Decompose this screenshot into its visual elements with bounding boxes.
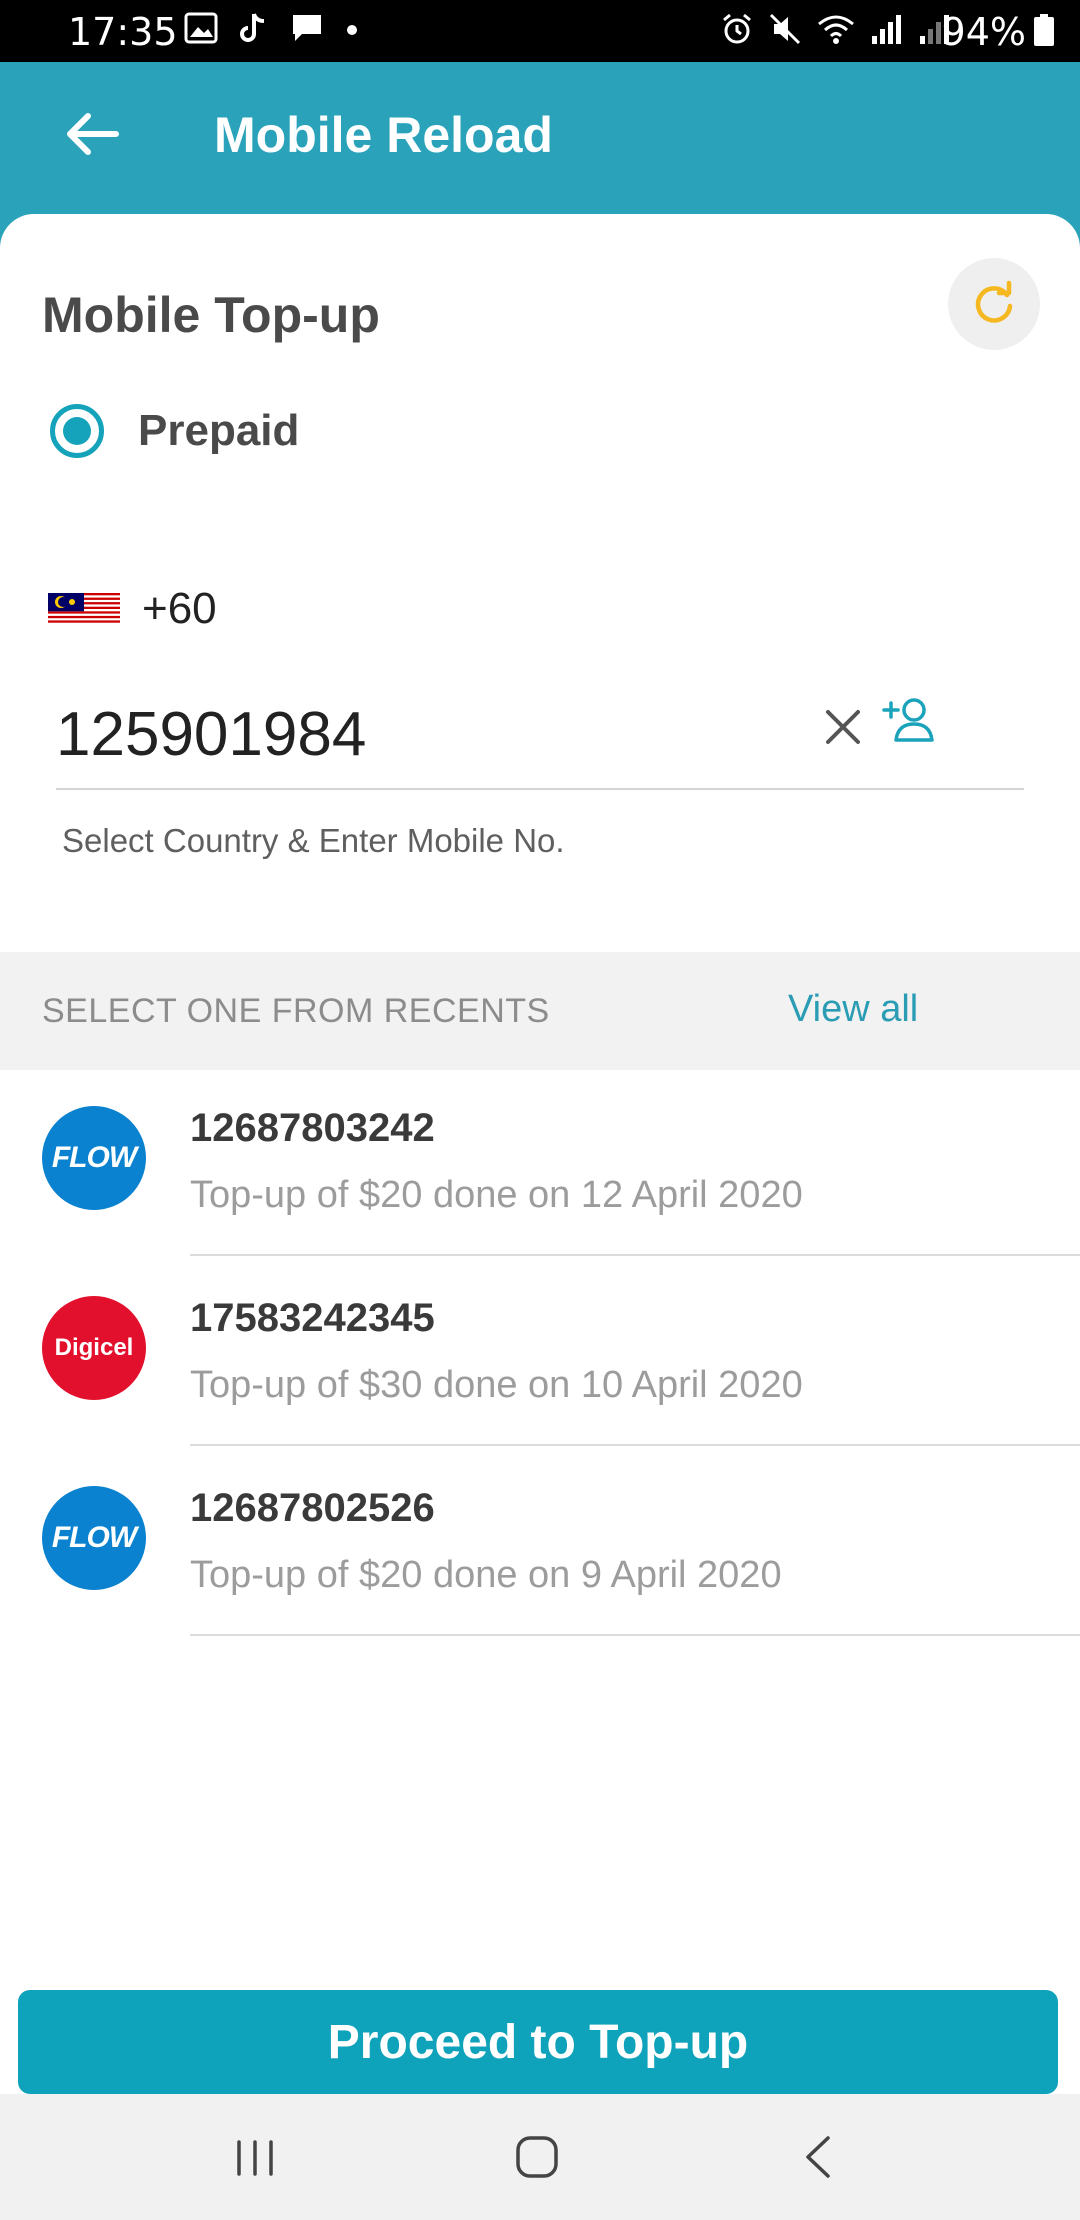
recent-number: 12687803242: [190, 1106, 435, 1150]
page-title: Mobile Reload: [214, 107, 553, 163]
recent-number: 17583242345: [190, 1296, 435, 1340]
list-item[interactable]: FLOW 12687802526 Top-up of $20 done on 9…: [0, 1450, 1080, 1640]
status-time: 17:35: [68, 10, 178, 54]
clear-icon[interactable]: [818, 702, 868, 752]
divider: [190, 1444, 1080, 1446]
radio-button[interactable]: [50, 404, 104, 458]
back-arrow-icon[interactable]: [56, 104, 126, 164]
refresh-icon: [975, 280, 1013, 323]
notification-icons: [184, 12, 358, 44]
wifi-icon: [818, 15, 854, 44]
recent-apps-icon[interactable]: [230, 2138, 280, 2178]
radio-label: Prepaid: [138, 406, 300, 455]
country-selector[interactable]: +60: [48, 584, 217, 634]
recent-description: Top-up of $30 done on 10 April 2020: [190, 1364, 803, 1406]
input-underline: [56, 788, 1024, 790]
battery-icon: [1034, 14, 1054, 46]
recents-header: SELECT ONE FROM RECENTS View all: [0, 952, 1080, 1070]
list-item[interactable]: FLOW 12687803242 Top-up of $20 done on 1…: [0, 1070, 1080, 1260]
system-icons: [720, 12, 952, 46]
gallery-icon: [184, 12, 218, 44]
mobile-number-input[interactable]: [56, 684, 816, 784]
main-card: Mobile Top-up Prepaid +60 Select Country…: [0, 214, 1080, 2094]
digicel-logo-icon: Digicel: [42, 1296, 146, 1400]
status-bar: 17:35 94%: [0, 0, 1080, 62]
navigation-bar: [0, 2094, 1080, 2220]
recent-description: Top-up of $20 done on 12 April 2020: [190, 1174, 803, 1216]
battery-percent: 94%: [941, 10, 1026, 54]
flow-logo-icon: FLOW: [42, 1486, 146, 1590]
home-icon[interactable]: [514, 2134, 560, 2180]
nav-back-icon[interactable]: [800, 2134, 836, 2180]
prepaid-radio[interactable]: Prepaid: [50, 404, 299, 458]
tiktok-icon: [240, 13, 265, 42]
country-code: +60: [142, 584, 217, 633]
app-header: Mobile Reload: [0, 62, 1080, 212]
alarm-icon: [723, 13, 751, 44]
view-all-link[interactable]: View all: [788, 988, 918, 1031]
recent-number: 12687802526: [190, 1486, 435, 1530]
message-icon: [293, 15, 321, 41]
dot-icon: [347, 25, 357, 35]
proceed-button[interactable]: Proceed to Top-up: [18, 1990, 1058, 2094]
refresh-button[interactable]: [948, 258, 1040, 350]
recent-description: Top-up of $20 done on 9 April 2020: [190, 1554, 782, 1596]
signal-icon: [872, 15, 901, 44]
add-contact-icon[interactable]: [880, 692, 940, 752]
divider: [190, 1254, 1080, 1256]
malaysia-flag-icon: [48, 593, 120, 625]
helper-text: Select Country & Enter Mobile No.: [62, 822, 565, 859]
section-title: Mobile Top-up: [42, 287, 380, 343]
mute-icon: [769, 13, 801, 45]
flow-logo-icon: FLOW: [42, 1106, 146, 1210]
divider: [190, 1634, 1080, 1636]
recents-label: SELECT ONE FROM RECENTS: [42, 992, 550, 1030]
list-item[interactable]: Digicel 17583242345 Top-up of $30 done o…: [0, 1260, 1080, 1450]
